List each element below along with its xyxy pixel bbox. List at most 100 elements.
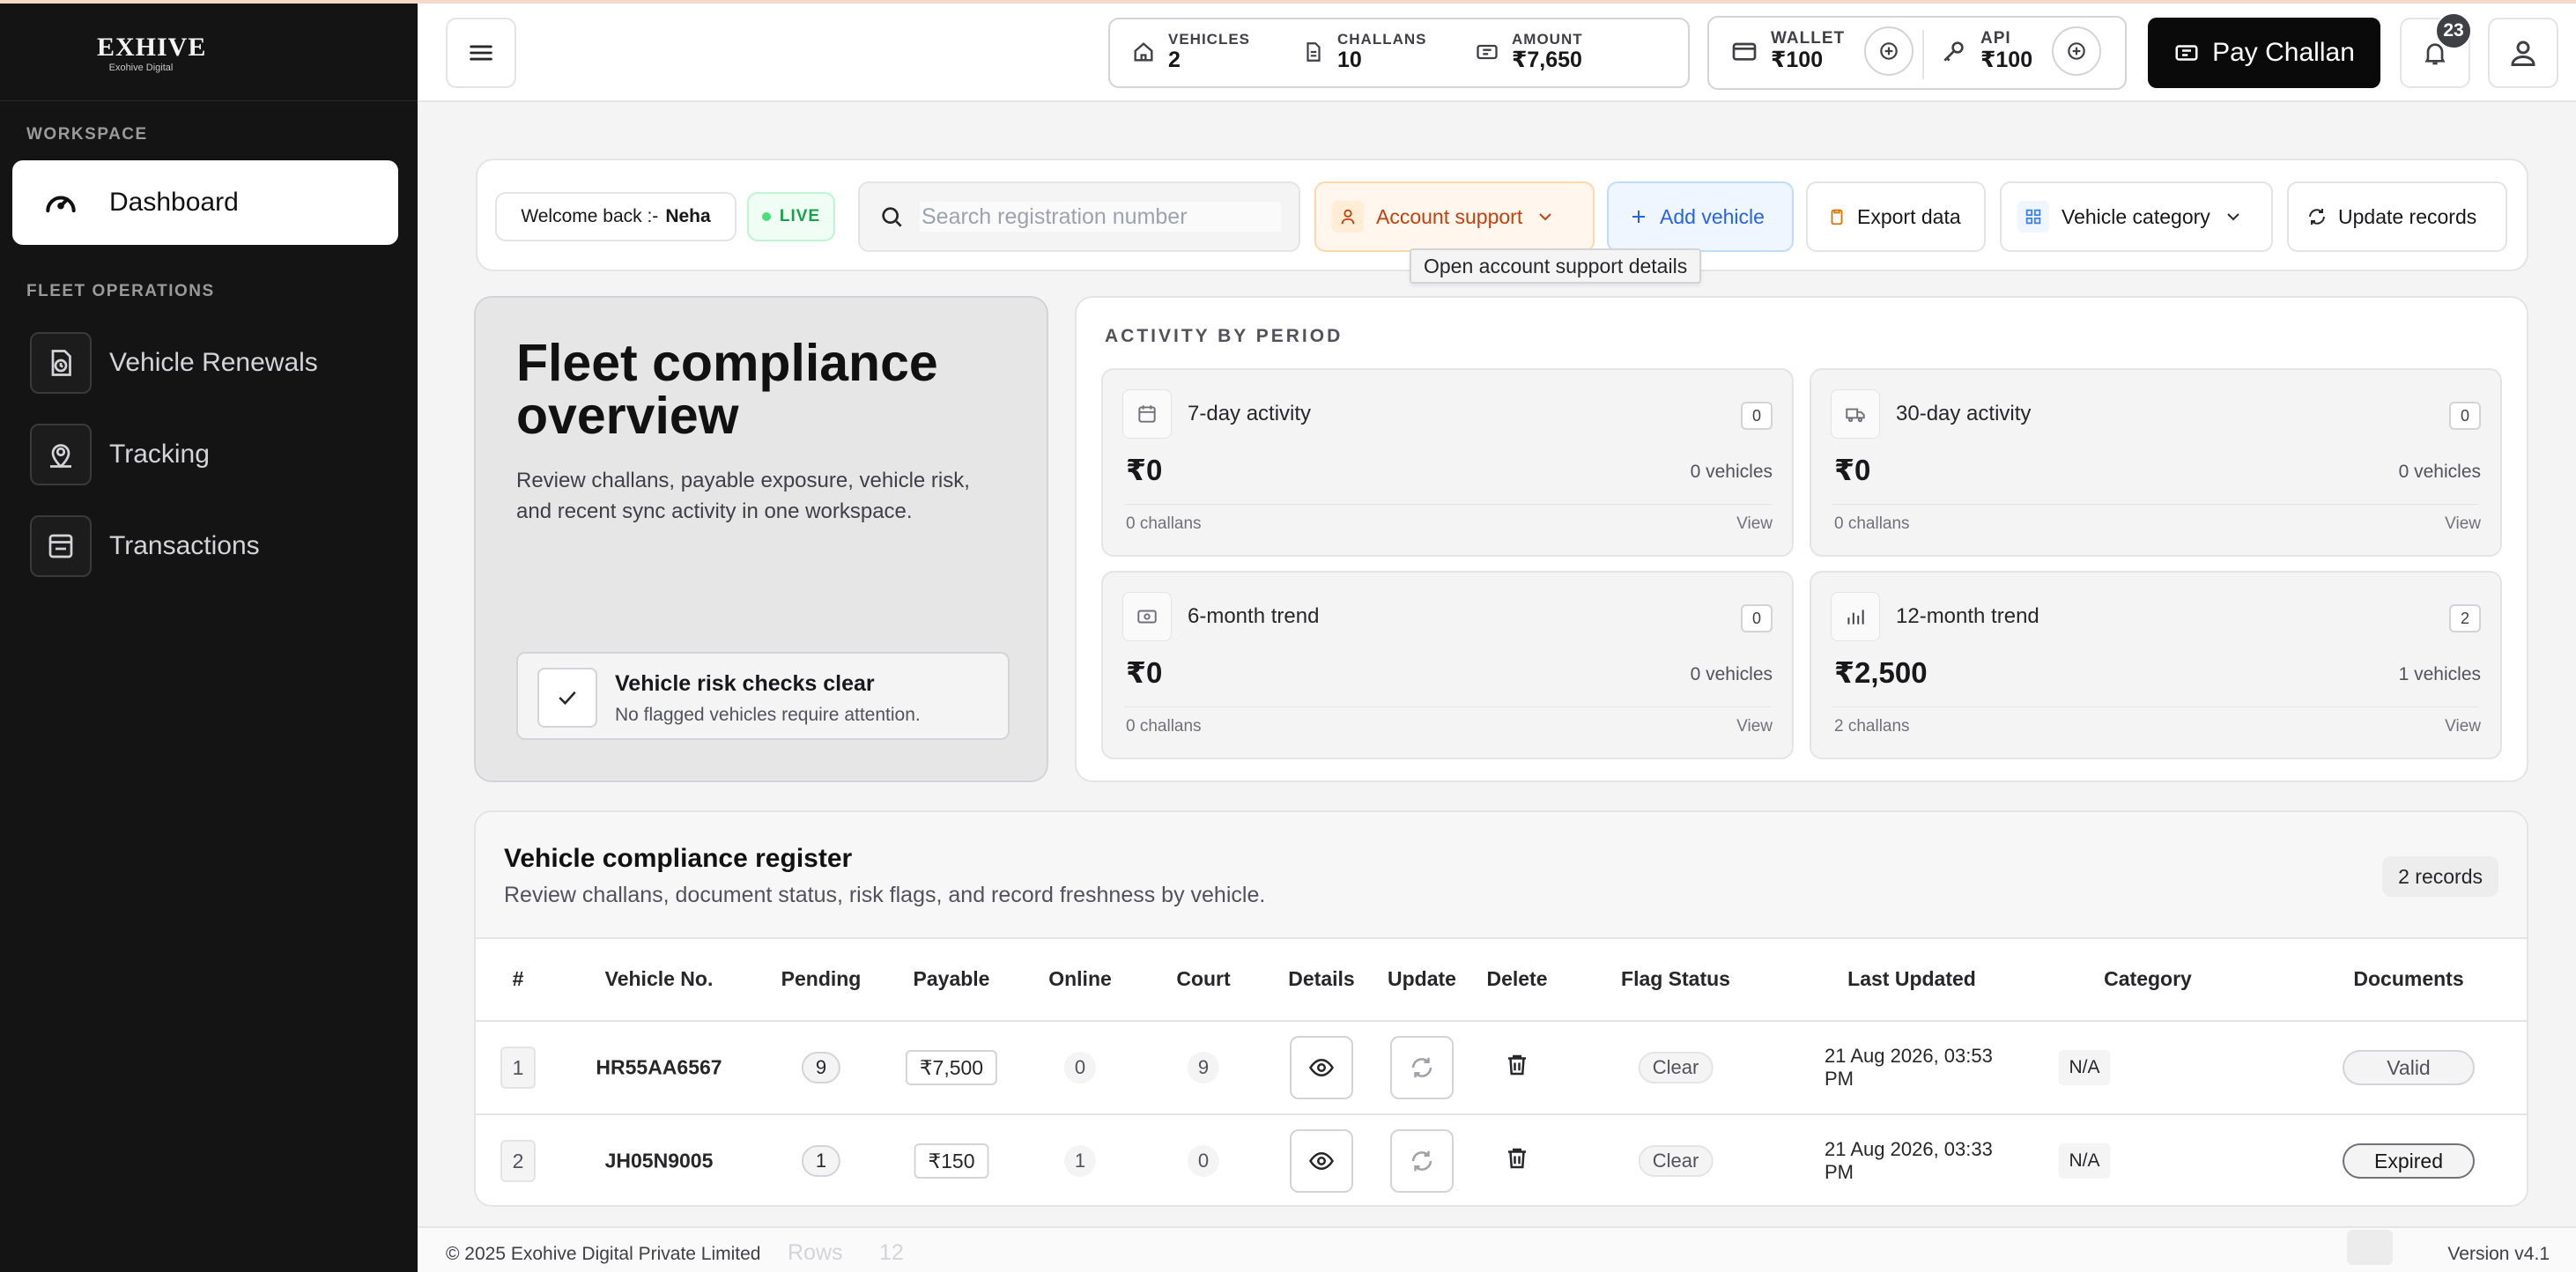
pagination-current-page[interactable]: [2347, 1230, 2393, 1265]
refresh-icon: [1411, 1057, 1432, 1078]
column-header-documents[interactable]: Documents: [2353, 967, 2463, 991]
sidebar-divider: [0, 100, 418, 101]
card-title: 7-day activity: [1188, 402, 1312, 425]
grid-icon: [2017, 201, 2049, 233]
stat-label: AMOUNT: [1512, 31, 1583, 48]
stat-vehicles[interactable]: VEHICLES 2: [1131, 32, 1250, 72]
card-vehicles: 0 vehicles: [1690, 462, 1773, 482]
export-data-button[interactable]: Export data: [1806, 181, 1986, 252]
category-value: N/A: [2058, 1050, 2111, 1085]
search-input[interactable]: [920, 202, 1281, 232]
user-icon: [1332, 201, 1364, 233]
card-view-link[interactable]: View: [2445, 514, 2481, 534]
vehicle-category-dropdown[interactable]: Vehicle category: [2000, 181, 2273, 252]
app-logo[interactable]: EXHIVE Exohive Digital: [97, 33, 205, 78]
sidebar-section-workspace: WORKSPACE: [26, 125, 148, 144]
column-header-pending[interactable]: Pending: [781, 967, 862, 991]
card-divider: [1124, 706, 1771, 707]
calendar-icon: [1122, 389, 1172, 439]
sidebar-item-tracking[interactable]: Tracking: [12, 412, 398, 497]
column-header-vehicle-no[interactable]: Vehicle No.: [605, 967, 714, 991]
row-divider: [476, 1113, 2527, 1115]
pay-challan-button[interactable]: Pay Challan: [2148, 18, 2380, 88]
card-badge: 2: [2449, 604, 2481, 632]
banknote-icon: [1122, 592, 1172, 641]
documents-status-badge: Valid: [2343, 1050, 2475, 1085]
version-text: Version v4.1: [2447, 1244, 2550, 1264]
api-add-button[interactable]: [2052, 26, 2102, 76]
view-details-button[interactable]: [1290, 1036, 1353, 1099]
delete-row-button[interactable]: [1504, 1052, 1530, 1083]
card-view-link[interactable]: View: [1736, 514, 1773, 534]
account-support-label: Account support: [1376, 204, 1523, 228]
register-header: Vehicle compliance register Review chall…: [476, 812, 2527, 939]
column-header-last-updated[interactable]: Last Updated: [1847, 967, 1976, 991]
vehicle-number[interactable]: JH05N9005: [605, 1150, 714, 1173]
column-header-online[interactable]: Online: [1048, 967, 1112, 991]
card-view-link[interactable]: View: [1736, 717, 1773, 736]
vehicle-number[interactable]: HR55AA6567: [596, 1056, 722, 1080]
delete-row-button[interactable]: [1504, 1145, 1530, 1177]
column-header-category[interactable]: Category: [2104, 967, 2192, 991]
card-vehicles: 0 vehicles: [2398, 462, 2481, 482]
update-row-button[interactable]: [1390, 1129, 1454, 1193]
wallet-balance[interactable]: WALLET ₹100: [1730, 26, 1914, 76]
truck-icon: [1831, 389, 1880, 439]
logo-subtext: Exohive Digital: [108, 63, 174, 73]
card-amount: ₹0: [1126, 656, 1163, 689]
stat-label: CHALLANS: [1337, 31, 1427, 48]
card-divider: [1832, 504, 2479, 505]
account-support-dropdown[interactable]: Account support: [1314, 181, 1595, 252]
column-header-flag-status[interactable]: Flag Status: [1621, 967, 1730, 991]
sidebar-item-dashboard[interactable]: Dashboard: [12, 160, 398, 245]
welcome-user-name: Neha: [665, 206, 711, 226]
activity-card-12-month[interactable]: 12-month trend 2 ₹2,500 1 vehicles 2 cha…: [1810, 571, 2502, 759]
activity-heading: ACTIVITY BY PERIOD: [1105, 326, 1344, 346]
stat-value: ₹7,650: [1512, 48, 1582, 72]
row-index: 2: [500, 1140, 536, 1182]
column-header-court[interactable]: Court: [1176, 967, 1230, 991]
eye-icon: [1309, 1151, 1334, 1171]
activity-card-7-day[interactable]: 7-day activity 0 ₹0 0 vehicles 0 challan…: [1101, 368, 1794, 557]
add-vehicle-label: Add vehicle: [1660, 204, 1765, 228]
card-amount: ₹0: [1834, 454, 1871, 486]
sidebar-item-vehicle-renewals[interactable]: Vehicle Renewals: [12, 321, 398, 405]
footer: © 2025 Exohive Digital Private Limited R…: [418, 1226, 2576, 1272]
court-count: 9: [1187, 1052, 1220, 1083]
card-badge: 0: [1741, 604, 1773, 632]
profile-button[interactable]: [2488, 18, 2558, 88]
api-balance[interactable]: API ₹100: [1940, 26, 2102, 76]
column-header-payable[interactable]: Payable: [914, 967, 990, 991]
card-badge: 0: [2449, 402, 2481, 430]
activity-card-6-month[interactable]: 6-month trend 0 ₹0 0 vehicles 0 challans…: [1101, 571, 1794, 759]
trash-icon: [1508, 1148, 1526, 1169]
plus-icon: [1632, 211, 1645, 223]
vehicle-compliance-register: Vehicle compliance register Review chall…: [474, 810, 2528, 1207]
wallet-add-button[interactable]: [1864, 26, 1914, 76]
activity-card-30-day[interactable]: 30-day activity 0 ₹0 0 vehicles 0 challa…: [1810, 368, 2502, 557]
rows-per-page-select[interactable]: 12: [879, 1240, 904, 1266]
notification-count-badge: 23: [2435, 12, 2472, 49]
update-row-button[interactable]: [1390, 1036, 1454, 1099]
sidebar-item-transactions[interactable]: Transactions: [12, 504, 398, 588]
user-icon: [2511, 41, 2535, 66]
online-count: 1: [1063, 1145, 1097, 1177]
live-label: LIVE: [779, 207, 821, 226]
api-label: API: [1980, 29, 2011, 48]
welcome-chip: Welcome back :- Neha: [495, 192, 737, 241]
home-icon: [1134, 42, 1153, 62]
column-header-update: Update: [1388, 967, 1456, 990]
view-details-button[interactable]: [1290, 1129, 1353, 1193]
update-records-button[interactable]: Update records: [2287, 181, 2507, 252]
stat-amount[interactable]: AMOUNT ₹7,650: [1475, 32, 1583, 72]
last-updated: 21 Aug 2026, 03:53 PM: [1825, 1045, 1993, 1090]
menu-button[interactable]: [446, 18, 516, 88]
card-view-link[interactable]: View: [2445, 717, 2481, 736]
card-title: 6-month trend: [1188, 604, 1320, 628]
account-support-tooltip: Open account support details: [1410, 248, 1702, 284]
refresh-icon: [1411, 1150, 1432, 1172]
stat-challans[interactable]: CHALLANS 10: [1302, 32, 1427, 72]
add-vehicle-button[interactable]: Add vehicle: [1607, 181, 1794, 252]
card-title: 30-day activity: [1896, 402, 2032, 425]
live-status-badge: LIVE: [747, 192, 835, 241]
